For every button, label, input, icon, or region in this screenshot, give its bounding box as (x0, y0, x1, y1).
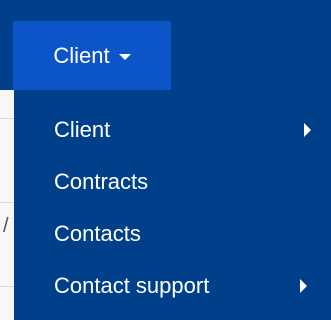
caret-down-icon (118, 54, 131, 60)
menu-item-contact-support[interactable]: Contact support (14, 260, 331, 312)
background-page-edge: / (0, 90, 15, 320)
menu-item-label: Contacts (54, 221, 141, 246)
client-menu-button[interactable]: Client (13, 21, 171, 90)
background-partial-text: / (3, 215, 9, 237)
divider (0, 286, 14, 287)
divider (0, 202, 14, 203)
client-dropdown-menu: Client Contracts Contacts Contact suppor… (14, 90, 331, 320)
menu-item-label: Contracts (54, 169, 149, 194)
top-navigation-bar: Client (0, 0, 331, 94)
menu-item-contacts[interactable]: Contacts (14, 208, 331, 260)
client-menu-label: Client (53, 42, 110, 68)
chevron-right-icon (304, 123, 311, 137)
menu-item-label: Contact support (54, 273, 210, 298)
divider (0, 118, 14, 119)
menu-item-label: Client (54, 117, 111, 142)
menu-item-client[interactable]: Client (14, 104, 331, 156)
menu-item-contracts[interactable]: Contracts (14, 156, 331, 208)
chevron-right-icon (300, 279, 307, 293)
